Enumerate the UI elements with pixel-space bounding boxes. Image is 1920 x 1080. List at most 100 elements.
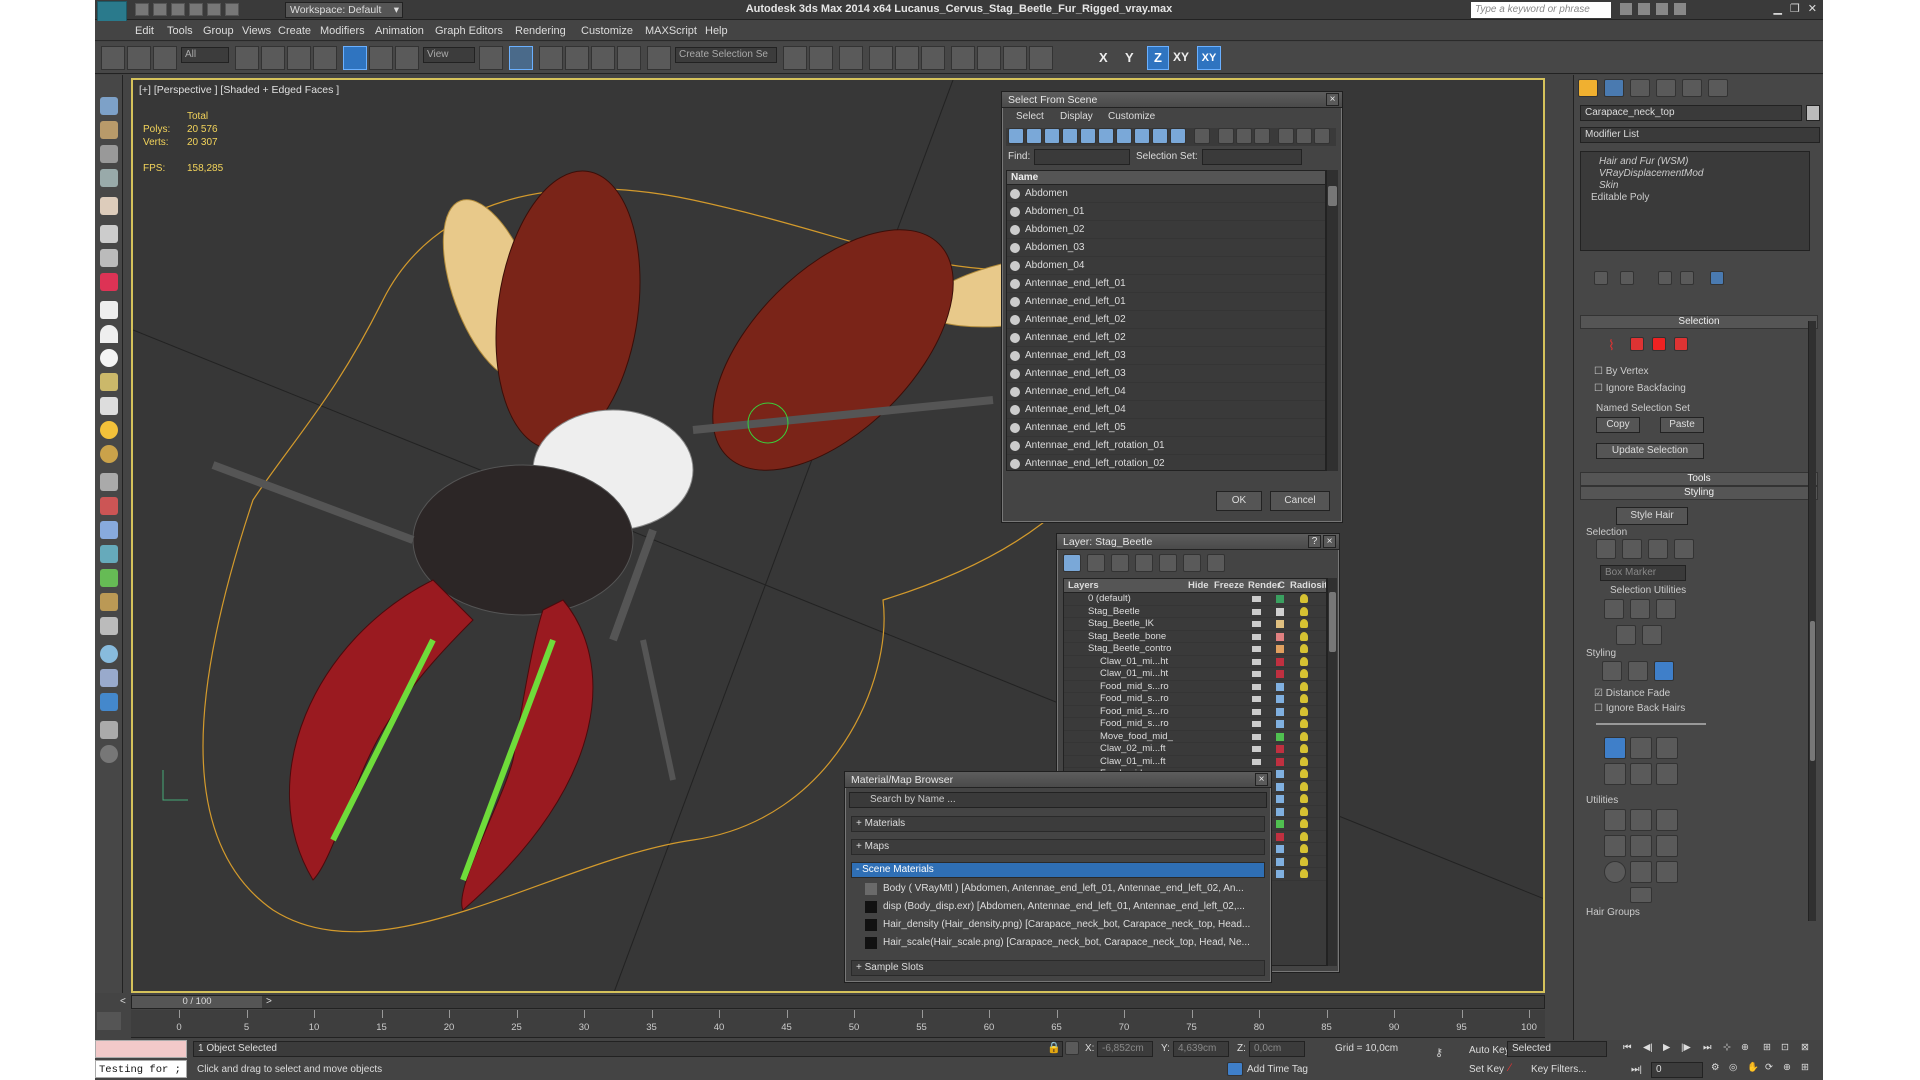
render-icon[interactable] (1252, 671, 1261, 677)
hair-icon[interactable] (100, 593, 118, 611)
dome-icon[interactable] (100, 325, 118, 343)
layer-name[interactable]: Claw_02_mi...ft (1100, 743, 1165, 756)
puff-roots-icon[interactable] (1656, 737, 1678, 759)
radiosity-icon[interactable] (1300, 769, 1308, 778)
modifier-vray-displacement[interactable]: VRayDisplacementMod (1581, 168, 1809, 180)
select-object-icon[interactable] (235, 46, 259, 70)
trackbar[interactable]: 0 5 10 15 20 25 30 35 40 45 50 55 60 65 70 75 80 85 90 95 10… (97, 1010, 1545, 1038)
left-mandible[interactable] (289, 579, 474, 881)
left-front-leg[interactable] (211, 461, 415, 544)
expand-selection-icon[interactable] (1656, 599, 1676, 619)
recomb-icon[interactable] (1604, 835, 1626, 857)
box-marker-dropdown[interactable]: Box Marker (1600, 565, 1686, 581)
col-color[interactable]: C (1278, 579, 1285, 593)
geosphere-icon[interactable] (100, 373, 118, 391)
list-item[interactable]: Antennae_end_left_05 (1007, 419, 1325, 437)
menu-modifiers[interactable]: Modifiers (320, 21, 365, 41)
cancel-button[interactable]: Cancel (1270, 491, 1330, 511)
radiosity-icon[interactable] (1300, 856, 1308, 866)
motion-tab-icon[interactable] (1656, 79, 1676, 97)
table-row[interactable]: Stag_Beetle_bone (1064, 631, 1326, 643)
camera-icon[interactable] (100, 249, 118, 267)
radiosity-icon[interactable] (1300, 781, 1308, 791)
list-item[interactable]: Abdomen_04 (1007, 257, 1325, 275)
highlight-icon[interactable] (1159, 554, 1177, 572)
maxscript-input[interactable]: Testing for ; (95, 1060, 187, 1078)
scene-material-item[interactable]: Hair_density (Hair_density.png) [Carapac… (863, 916, 1265, 934)
menu-help[interactable]: Help (705, 21, 728, 41)
zoom-all-icon[interactable]: ⊞ (1763, 1042, 1771, 1053)
go-to-start-icon[interactable]: ⏮ (1623, 1042, 1632, 1053)
radiosity-icon[interactable] (1300, 594, 1308, 603)
layer-color-swatch[interactable] (1276, 707, 1284, 716)
table-row[interactable]: Stag_Beetle_IK (1064, 618, 1326, 631)
filter-groups-icon[interactable] (1116, 128, 1132, 144)
teapot-icon[interactable] (100, 97, 118, 115)
layer-color-swatch[interactable] (1276, 657, 1284, 666)
axis-xy-button[interactable]: XY (1173, 50, 1189, 64)
select-objects-icon[interactable] (1135, 554, 1153, 572)
table-row[interactable]: Food_mid_s...ro (1064, 706, 1326, 718)
filter-spacewarps-icon[interactable] (1098, 128, 1114, 144)
list-item[interactable]: Antennae_end_left_rotation_01 (1007, 437, 1325, 455)
radiosity-icon[interactable] (1300, 794, 1308, 803)
col-radiosity[interactable]: Radiosity (1290, 579, 1326, 593)
set-key-button[interactable]: Set Key (1469, 1064, 1504, 1075)
zoom-extents-all-icon[interactable]: ⊠ (1801, 1042, 1809, 1053)
radiosity-icon[interactable] (1300, 831, 1308, 841)
layer-name[interactable]: Claw_01_mi...ht (1100, 668, 1168, 681)
radiosity-icon[interactable] (1300, 694, 1308, 703)
radiosity-icon[interactable] (1300, 819, 1308, 828)
rect-selection-icon[interactable] (287, 46, 311, 70)
rendered-frame-icon[interactable] (1003, 46, 1027, 70)
list-item[interactable]: Abdomen_02 (1007, 221, 1325, 239)
delete-icon[interactable] (1087, 554, 1105, 572)
materials-group[interactable]: + Materials (851, 816, 1265, 832)
axis-x-button[interactable]: X (1099, 50, 1108, 65)
layer-color-swatch[interactable] (1276, 807, 1284, 816)
select-whole-guide-icon[interactable] (1622, 539, 1642, 559)
absolute-mode-icon[interactable] (1065, 1041, 1079, 1055)
guides-icon[interactable]: ⌇ (1608, 337, 1624, 353)
pop-selected-icon[interactable] (1630, 809, 1652, 831)
radiosity-icon[interactable] (1300, 606, 1308, 616)
filter-geometry-icon[interactable] (1008, 128, 1024, 144)
menu-customize[interactable]: Customize (581, 21, 633, 41)
modifier-hair-and-fur[interactable]: Hair and Fur (WSM) (1581, 156, 1809, 168)
hide-selected-icon[interactable] (1616, 625, 1636, 645)
scene-material-item[interactable]: disp (Body_disp.exr) [Abdomen, Antennae_… (863, 898, 1265, 916)
radiosity-icon[interactable] (1300, 619, 1308, 628)
render-icon[interactable] (1252, 633, 1261, 640)
layer-color-swatch[interactable] (1276, 757, 1284, 766)
render-icon[interactable] (1252, 708, 1261, 715)
layer-color-swatch[interactable] (1276, 782, 1284, 791)
time-tag-icon[interactable] (1227, 1062, 1243, 1076)
radiosity-icon[interactable] (1300, 806, 1308, 816)
maximize-viewport-icon[interactable]: ⊞ (1801, 1062, 1809, 1073)
layer-name[interactable]: Stag_Beetle_contro (1088, 643, 1171, 656)
list-item[interactable]: Antennae_end_left_02 (1007, 311, 1325, 329)
list-scrollbar[interactable] (1326, 170, 1338, 471)
z-coordinate-field[interactable]: 0,0cm (1249, 1041, 1305, 1057)
minimize-icon[interactable]: ▁ (1773, 2, 1781, 15)
mini-curve-editor-icon[interactable] (97, 1012, 121, 1030)
percent-snap-icon[interactable] (591, 46, 615, 70)
list-item[interactable]: Antennae_end_left_01 (1007, 293, 1325, 311)
tools-rollout[interactable]: Tools (1580, 472, 1818, 486)
filter-bones-icon[interactable] (1152, 128, 1168, 144)
help-icon[interactable]: ? (1308, 535, 1321, 548)
layer-name[interactable]: Stag_Beetle_IK (1088, 618, 1154, 631)
filter-shapes-icon[interactable] (1026, 128, 1042, 144)
radiosity-icon[interactable] (1300, 869, 1308, 878)
utility-icon[interactable] (100, 693, 118, 711)
object-name-field[interactable]: Carapace_neck_top (1580, 105, 1802, 121)
radiosity-icon[interactable] (1300, 631, 1308, 641)
play-icon[interactable]: ▶ (1663, 1042, 1670, 1053)
table-row[interactable]: Food_mid_s...ro (1064, 681, 1326, 693)
layer-color-swatch[interactable] (1276, 820, 1284, 828)
face-icon[interactable] (1630, 337, 1644, 351)
help-circle-icon[interactable] (100, 745, 118, 763)
align-icon[interactable] (809, 46, 833, 70)
layer-explorer-icon[interactable] (100, 145, 118, 163)
layer-color-swatch[interactable] (1276, 695, 1284, 703)
